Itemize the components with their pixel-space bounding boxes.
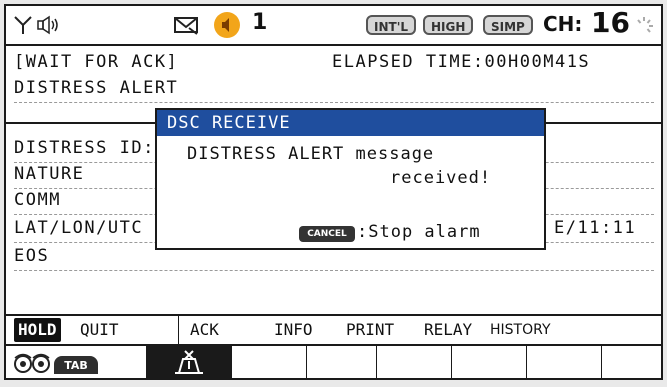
hold-button[interactable]: HOLD [14, 318, 61, 342]
stop-alarm-label: :Stop alarm [357, 222, 481, 242]
dialog-message-line1: DISTRESS ALERT message [187, 144, 435, 164]
cancel-key-icon[interactable]: CANCEL [299, 226, 355, 242]
relay-button[interactable]: RELAY [424, 318, 472, 342]
dsc-receive-dialog: DSC RECEIVE DISTRESS ALERT message recei… [155, 108, 546, 250]
dialog-title: DSC RECEIVE [157, 110, 544, 136]
menu-separator [178, 316, 179, 344]
channel-label: CH: [543, 12, 583, 36]
nature-row: NATURE [14, 164, 85, 184]
high-power-badge: HIGH [423, 15, 474, 35]
divider [14, 270, 654, 271]
antenna-icon [14, 16, 32, 34]
comm-row: COMM [14, 190, 61, 210]
soft-key[interactable] [527, 346, 602, 378]
distress-icon [175, 350, 203, 374]
scroll-knob-icon[interactable] [12, 352, 52, 374]
print-button[interactable]: PRINT [346, 318, 394, 342]
speaker-icon [37, 15, 58, 35]
menu-bar: HOLD QUIT ACK INFO PRINT RELAY HISTORY [6, 314, 661, 344]
busy-indicator-icon [637, 17, 653, 33]
wait-status: [WAIT FOR ACK] [14, 52, 179, 72]
soft-key[interactable] [452, 346, 527, 378]
soft-key[interactable] [602, 346, 661, 378]
history-button[interactable]: HISTORY [490, 318, 551, 342]
soft-key[interactable] [232, 346, 307, 378]
intl-badge: INT'L [366, 15, 417, 35]
status-bar: 1 INT'L HIGH SIMP CH: 16 [6, 6, 661, 46]
position-row: LAT/LON/UTC [14, 218, 144, 238]
divider [14, 102, 654, 103]
ack-button[interactable]: ACK [190, 318, 219, 342]
distress-softkey[interactable] [146, 346, 232, 378]
envelope-icon [174, 17, 198, 35]
eos-row: EOS [14, 246, 50, 266]
soft-key-row: TAB [6, 344, 661, 378]
quit-button[interactable]: QUIT [80, 318, 119, 342]
soft-key[interactable] [307, 346, 377, 378]
dsc-screen: 1 INT'L HIGH SIMP CH: 16 [WAIT FOR ACK] … [4, 4, 663, 380]
alarm-speaker-icon [214, 12, 240, 38]
elapsed-time: ELAPSED TIME:00H00M41S [332, 52, 591, 72]
soft-key[interactable] [377, 346, 452, 378]
dialog-message-line2: received! [390, 168, 492, 188]
channel-value: 16 [591, 6, 630, 39]
tab-key[interactable]: TAB [54, 356, 98, 374]
simplex-badge: SIMP [483, 15, 533, 35]
info-button[interactable]: INFO [274, 318, 313, 342]
position-time: E/11:11 [554, 218, 637, 238]
alert-type: DISTRESS ALERT [14, 78, 179, 98]
channel-count: 1 [252, 10, 268, 35]
